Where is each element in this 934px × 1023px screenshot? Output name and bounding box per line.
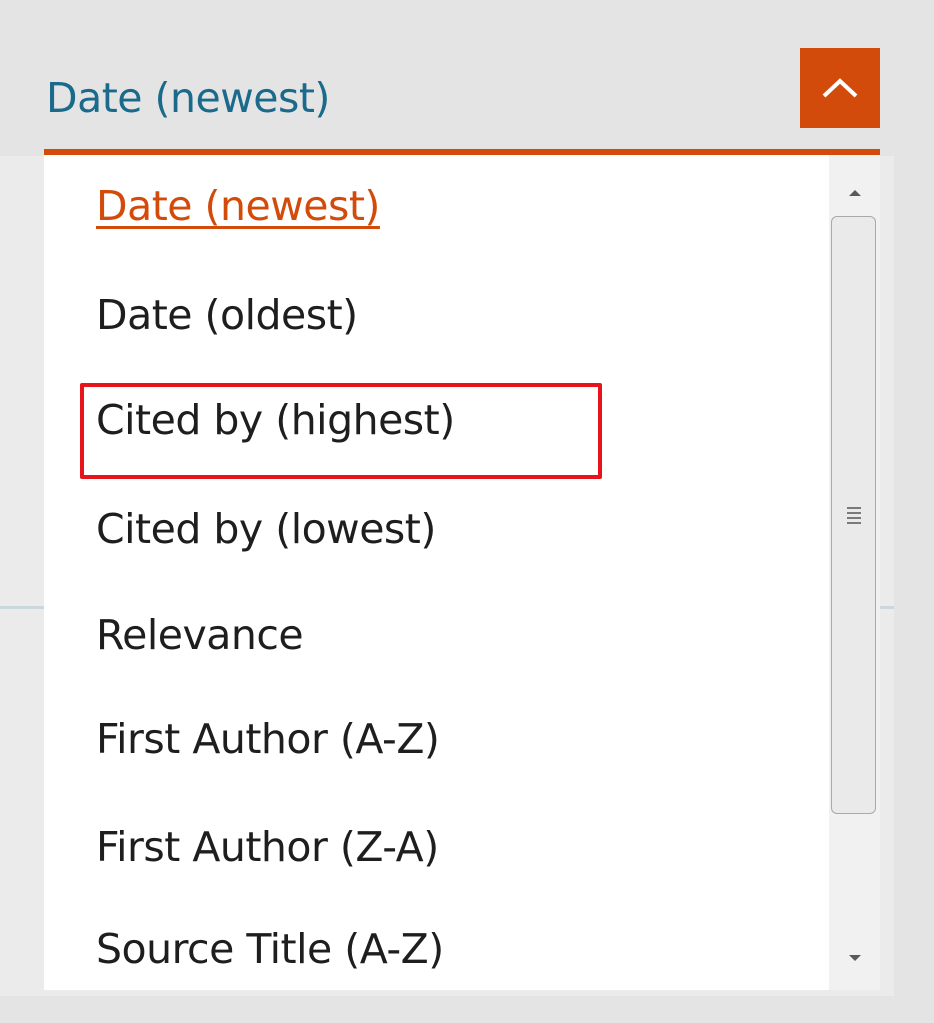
dropdown-toggle-button[interactable] <box>800 48 880 128</box>
sort-select-value[interactable]: Date (newest) <box>46 74 330 122</box>
scroll-down-arrow-icon <box>848 955 861 961</box>
dropdown-scrollbar[interactable] <box>829 155 880 990</box>
scroll-down-button[interactable] <box>829 932 880 984</box>
option-cited-by-lowest[interactable]: Cited by (lowest) <box>96 505 436 553</box>
scroll-up-button[interactable] <box>829 167 880 219</box>
scroll-up-arrow-icon <box>848 190 861 196</box>
option-source-title-a-z[interactable]: Source Title (A-Z) <box>96 925 444 973</box>
highlight-box <box>80 383 602 479</box>
option-first-author-z-a[interactable]: First Author (Z-A) <box>96 823 439 871</box>
option-relevance[interactable]: Relevance <box>96 611 304 659</box>
option-date-newest[interactable]: Date (newest) <box>96 182 380 230</box>
option-first-author-a-z[interactable]: First Author (A-Z) <box>96 715 440 763</box>
sort-options-list[interactable]: Date (newest) Date (oldest) Cited by (hi… <box>44 155 880 990</box>
option-date-oldest[interactable]: Date (oldest) <box>96 291 358 339</box>
sort-select[interactable]: Date (newest) <box>44 40 880 151</box>
chevron-up-icon <box>822 78 858 98</box>
grip-lines-icon <box>846 506 861 524</box>
scrollbar-thumb[interactable] <box>831 216 876 814</box>
